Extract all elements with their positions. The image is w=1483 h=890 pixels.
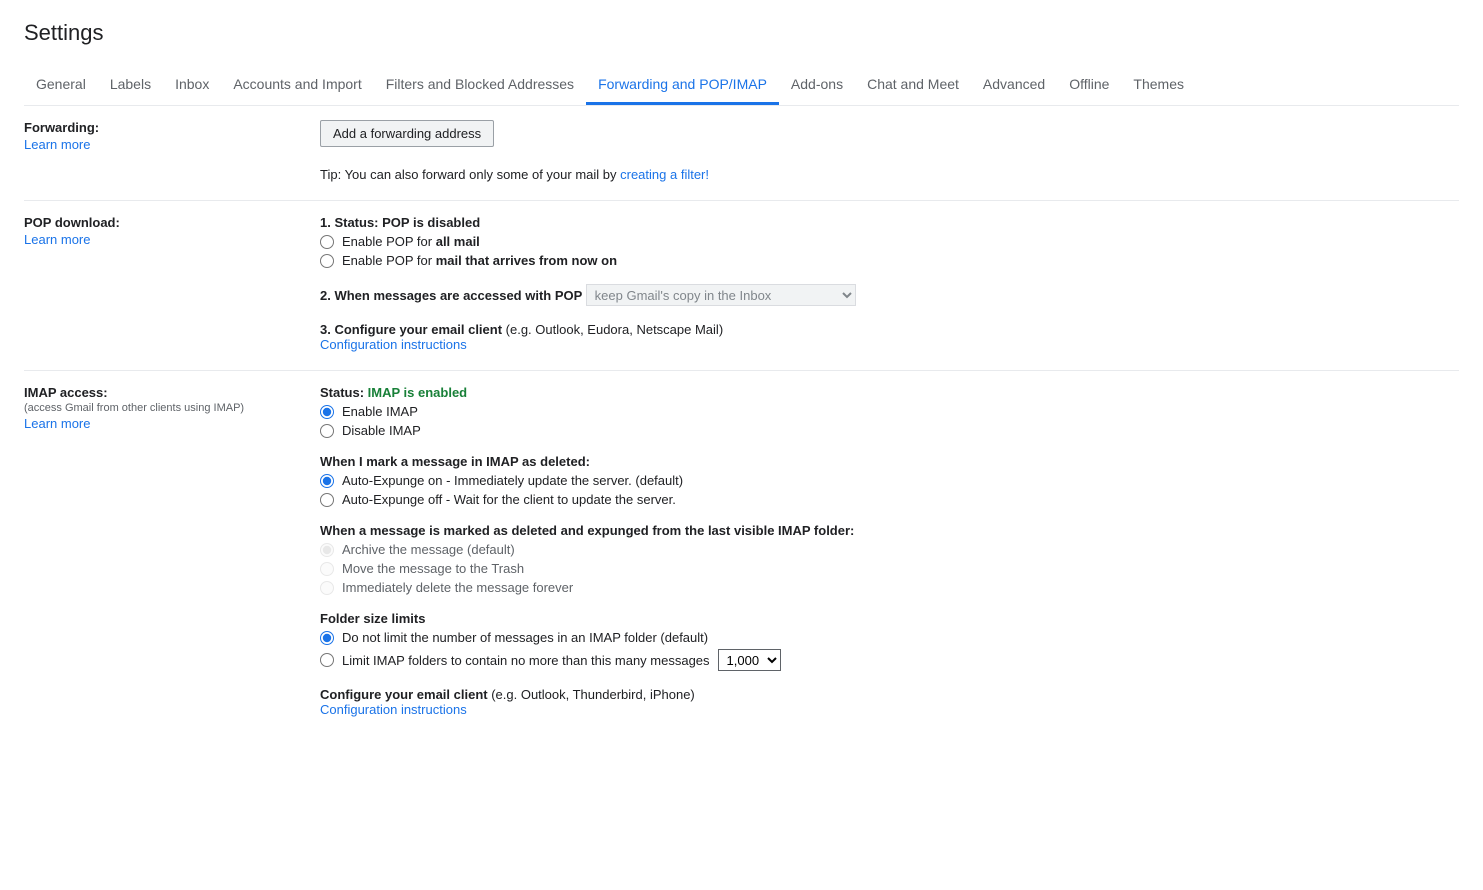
pop-status-prefix: 1. Status: — [320, 215, 382, 230]
forwarding-section: Forwarding: Learn more Add a forwarding … — [24, 106, 1459, 201]
imap-folder-heading: Folder size limits — [320, 611, 1459, 626]
pop-opt2-prefix: Enable POP for — [342, 253, 436, 268]
pop-configure-line: 3. Configure your email client (e.g. Out… — [320, 322, 1459, 337]
pop-access-heading: 2. When messages are accessed with POP — [320, 288, 586, 303]
imap-configure-heading: Configure your email client — [320, 687, 491, 702]
imap-archive-label: Archive the message (default) — [342, 542, 515, 557]
imap-delete-forever-label: Immediately delete the message forever — [342, 580, 573, 595]
imap-access-sublabel: (access Gmail from other clients using I… — [24, 402, 304, 414]
pop-access-select[interactable]: keep Gmail's copy in the Inbox — [586, 284, 856, 306]
forwarding-tip-text: Tip: You can also forward only some of y… — [320, 167, 620, 182]
imap-deleted-heading: When I mark a message in IMAP as deleted… — [320, 454, 1459, 469]
pop-status-value: POP is disabled — [382, 215, 480, 230]
tab-chat-meet[interactable]: Chat and Meet — [855, 66, 971, 105]
imap-no-limit-label[interactable]: Do not limit the number of messages in a… — [342, 630, 708, 645]
pop-opt1-bold: all mail — [436, 234, 480, 249]
imap-archive-radio — [320, 543, 334, 557]
imap-no-limit-radio[interactable] — [320, 631, 334, 645]
pop-enable-new-label[interactable]: Enable POP for mail that arrives from no… — [342, 253, 617, 268]
imap-config-instructions-link[interactable]: Configuration instructions — [320, 702, 467, 717]
forwarding-learn-more-link[interactable]: Learn more — [24, 137, 90, 152]
imap-trash-radio — [320, 562, 334, 576]
pop-enable-new-radio[interactable] — [320, 254, 334, 268]
pop-configure-heading: 3. Configure your email client — [320, 322, 506, 337]
imap-status-prefix: Status: — [320, 385, 368, 400]
tab-inbox[interactable]: Inbox — [163, 66, 221, 105]
settings-tabs: General Labels Inbox Accounts and Import… — [24, 66, 1459, 106]
forwarding-label: Forwarding: — [24, 120, 304, 135]
creating-filter-link[interactable]: creating a filter! — [620, 167, 709, 182]
imap-limit-select[interactable]: 1,000 — [718, 649, 781, 671]
imap-configure-paren: (e.g. Outlook, Thunderbird, iPhone) — [491, 687, 695, 702]
tab-themes[interactable]: Themes — [1121, 66, 1196, 105]
pop-config-instructions-link[interactable]: Configuration instructions — [320, 337, 467, 352]
tab-filters[interactable]: Filters and Blocked Addresses — [374, 66, 586, 105]
imap-enable-radio[interactable] — [320, 405, 334, 419]
imap-disable-radio[interactable] — [320, 424, 334, 438]
imap-limit-radio[interactable] — [320, 653, 334, 667]
pop-configure-paren: (e.g. Outlook, Eudora, Netscape Mail) — [506, 322, 724, 337]
pop-enable-all-radio[interactable] — [320, 235, 334, 249]
tab-general[interactable]: General — [24, 66, 98, 105]
pop-opt2-bold: mail that arrives from now on — [436, 253, 617, 268]
imap-status-line: Status: IMAP is enabled — [320, 385, 1459, 400]
tab-forwarding-pop-imap[interactable]: Forwarding and POP/IMAP — [586, 66, 779, 105]
tab-labels[interactable]: Labels — [98, 66, 163, 105]
tab-add-ons[interactable]: Add-ons — [779, 66, 855, 105]
imap-expunge-off-radio[interactable] — [320, 493, 334, 507]
add-forwarding-address-button[interactable]: Add a forwarding address — [320, 120, 494, 147]
imap-delete-forever-radio — [320, 581, 334, 595]
imap-access-label: IMAP access: — [24, 385, 304, 400]
page-title: Settings — [24, 20, 1459, 46]
pop-status-line: 1. Status: POP is disabled — [320, 215, 1459, 230]
pop-download-section: POP download: Learn more 1. Status: POP … — [24, 201, 1459, 371]
tab-advanced[interactable]: Advanced — [971, 66, 1057, 105]
imap-trash-label: Move the message to the Trash — [342, 561, 524, 576]
imap-configure-line: Configure your email client (e.g. Outloo… — [320, 687, 1459, 702]
imap-expunged-heading: When a message is marked as deleted and … — [320, 523, 1459, 538]
tab-accounts-import[interactable]: Accounts and Import — [221, 66, 373, 105]
imap-limit-label[interactable]: Limit IMAP folders to contain no more th… — [342, 653, 710, 668]
imap-learn-more-link[interactable]: Learn more — [24, 416, 90, 431]
tab-offline[interactable]: Offline — [1057, 66, 1121, 105]
imap-expunge-off-label[interactable]: Auto-Expunge off - Wait for the client t… — [342, 492, 676, 507]
pop-learn-more-link[interactable]: Learn more — [24, 232, 90, 247]
forwarding-tip: Tip: You can also forward only some of y… — [320, 167, 1459, 182]
imap-status-value: IMAP is enabled — [368, 385, 467, 400]
pop-download-label: POP download: — [24, 215, 304, 230]
imap-access-section: IMAP access: (access Gmail from other cl… — [24, 371, 1459, 735]
pop-opt1-prefix: Enable POP for — [342, 234, 436, 249]
imap-disable-label[interactable]: Disable IMAP — [342, 423, 421, 438]
imap-expunge-on-label[interactable]: Auto-Expunge on - Immediately update the… — [342, 473, 683, 488]
imap-enable-label[interactable]: Enable IMAP — [342, 404, 418, 419]
imap-expunge-on-radio[interactable] — [320, 474, 334, 488]
pop-enable-all-label[interactable]: Enable POP for all mail — [342, 234, 480, 249]
